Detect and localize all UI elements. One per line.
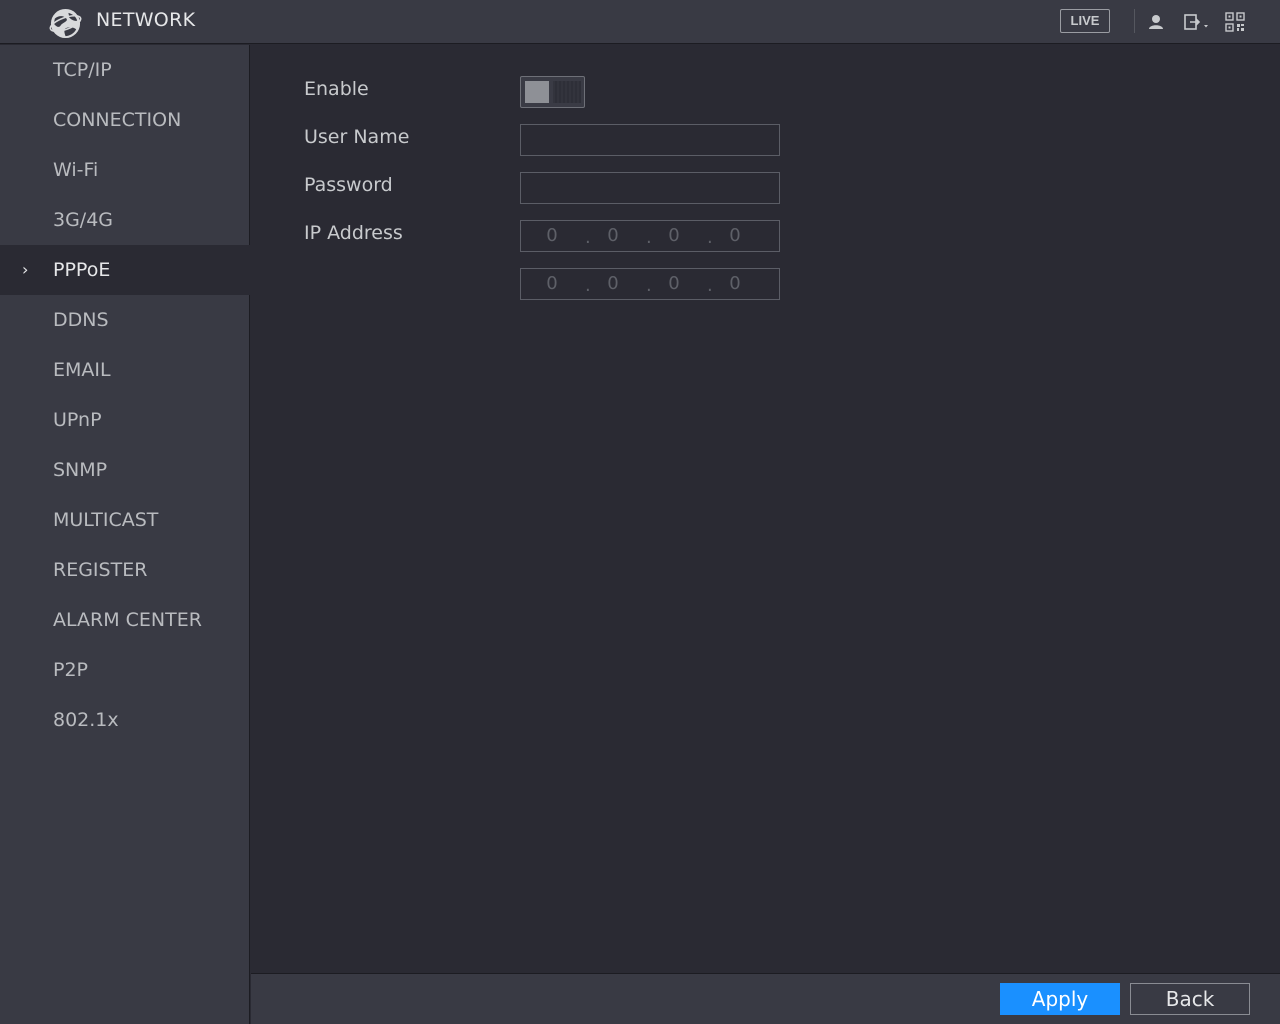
sidebar-item-label: SNMP	[53, 459, 108, 481]
toggle-knob	[525, 81, 549, 103]
sidebar-item-p2p[interactable]: P2P	[0, 645, 250, 695]
live-button[interactable]: LIVE	[1060, 9, 1110, 33]
sidebar-item-label: UPnP	[53, 409, 102, 431]
sidebar-item-tcp-ip[interactable]: TCP/IP	[0, 45, 250, 95]
sidebar-item-wifi[interactable]: Wi-Fi	[0, 145, 250, 195]
toggle-track	[553, 81, 581, 103]
ip-dot: .	[646, 275, 652, 296]
top-header: NETWORK LIVE	[0, 0, 1280, 44]
password-input[interactable]	[520, 172, 780, 204]
enable-toggle[interactable]	[520, 76, 585, 108]
ip-dot: .	[707, 275, 713, 296]
username-input[interactable]	[520, 124, 780, 156]
sidebar-item-label: Wi-Fi	[53, 159, 99, 181]
sidebar-item-alarm-center[interactable]: ALARM CENTER	[0, 595, 250, 645]
ip-octet[interactable]: 0	[532, 221, 572, 251]
sidebar-item-label: P2P	[53, 659, 89, 681]
apply-button[interactable]: Apply	[1000, 983, 1120, 1015]
sidebar-item-upnp[interactable]: UPnP	[0, 395, 250, 445]
sidebar-item-ddns[interactable]: DDNS	[0, 295, 250, 345]
sidebar-item-label: TCP/IP	[53, 59, 112, 81]
sidebar: TCP/IP CONNECTION Wi-Fi 3G/4G › PPPoE DD…	[0, 45, 250, 1024]
password-label: Password	[304, 174, 393, 196]
ip-address-label: IP Address	[304, 222, 403, 244]
ip-octet[interactable]: 0	[532, 269, 572, 299]
ip-octet[interactable]: 0	[654, 221, 694, 251]
qr-code-icon[interactable]	[1225, 12, 1245, 32]
sidebar-item-label: ALARM CENTER	[53, 609, 202, 631]
sidebar-item-pppoe[interactable]: › PPPoE	[0, 245, 250, 295]
ip-dot: .	[585, 227, 591, 248]
chevron-right-icon: ›	[22, 260, 29, 279]
sidebar-item-snmp[interactable]: SNMP	[0, 445, 250, 495]
sidebar-item-label: EMAIL	[53, 359, 111, 381]
ip-octet[interactable]: 0	[715, 269, 755, 299]
username-label: User Name	[304, 126, 410, 148]
sidebar-item-label: 3G/4G	[53, 209, 114, 231]
globe-logo-icon	[49, 8, 82, 39]
sidebar-item-label: CONNECTION	[53, 109, 182, 131]
ip-dot: .	[646, 227, 652, 248]
ip-address-field-2[interactable]: 0 . 0 . 0 . 0	[520, 268, 780, 300]
sidebar-item-label: PPPoE	[53, 259, 111, 281]
ip-octet[interactable]: 0	[654, 269, 694, 299]
sidebar-item-label: REGISTER	[53, 559, 148, 581]
ip-octet[interactable]: 0	[593, 269, 633, 299]
sidebar-item-connection[interactable]: CONNECTION	[0, 95, 250, 145]
ip-octet[interactable]: 0	[593, 221, 633, 251]
back-button[interactable]: Back	[1130, 983, 1250, 1015]
user-icon[interactable]	[1146, 12, 1166, 32]
sidebar-item-label: 802.1x	[53, 709, 119, 731]
ip-address-field[interactable]: 0 . 0 . 0 . 0	[520, 220, 780, 252]
sidebar-item-8021x[interactable]: 802.1x	[0, 695, 250, 745]
sidebar-item-3g-4g[interactable]: 3G/4G	[0, 195, 250, 245]
logout-icon[interactable]	[1183, 12, 1213, 32]
header-divider	[1134, 9, 1135, 33]
sidebar-item-label: DDNS	[53, 309, 109, 331]
enable-label: Enable	[304, 78, 369, 100]
ip-octet[interactable]: 0	[715, 221, 755, 251]
sidebar-item-multicast[interactable]: MULTICAST	[0, 495, 250, 545]
footer-bar	[251, 973, 1280, 1024]
page-title: NETWORK	[96, 9, 196, 31]
sidebar-item-label: MULTICAST	[53, 509, 159, 531]
sidebar-item-register[interactable]: REGISTER	[0, 545, 250, 595]
sidebar-item-email[interactable]: EMAIL	[0, 345, 250, 395]
ip-dot: .	[707, 227, 713, 248]
ip-dot: .	[585, 275, 591, 296]
